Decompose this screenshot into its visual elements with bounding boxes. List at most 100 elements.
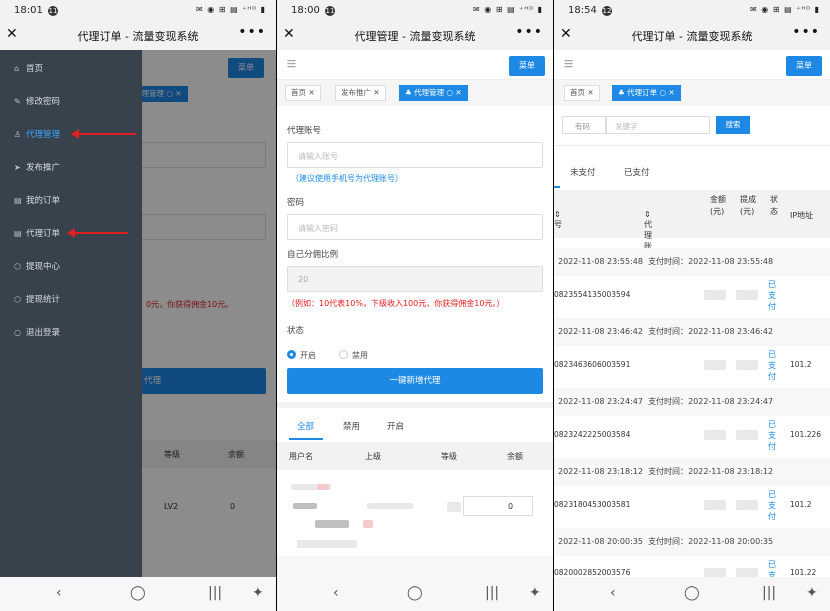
- tab-agent-orders[interactable]: ♣ 代理订单 ○ ✕: [612, 85, 681, 101]
- phone-screen-agent-manage: 18:00 11 ✉ ◉ ⊞ ▤ ⁺ᴴᴰ ▮ ✕ 代理管理 - 流量变现系统 ••…: [277, 0, 553, 611]
- table-row[interactable]: 0823242225003584 已支付 101.226: [554, 416, 830, 458]
- table-row[interactable]: 0823554135003594 已支付: [554, 276, 830, 318]
- status-label: 状态: [287, 326, 305, 336]
- menu-button[interactable]: 菜单: [786, 56, 822, 76]
- sidebar-item-label: 代理管理: [26, 130, 61, 140]
- blurred-text: [736, 360, 758, 370]
- col-username: 用户名: [289, 452, 313, 461]
- tab-agent-manage[interactable]: ♣ 代理管理 ○ ✕: [399, 85, 468, 101]
- sidebar-item-withdraw-center[interactable]: ⬡ 提现中心: [14, 260, 60, 272]
- status-on-radio[interactable]: 开启: [287, 350, 316, 361]
- window-titlebar: ✕ 代理订单 - 流量变现系统 •••: [554, 22, 830, 50]
- col-ip: IP地址: [790, 211, 814, 220]
- order-group-header: 2022-11-08 20:00:35 支付时间：2022-11-08 20:0…: [554, 528, 830, 556]
- back-icon[interactable]: ‹: [333, 585, 339, 601]
- page-content: 菜单 代理管理 ○ ✕ 0元，你获得佣金10元。 代理 等级 余额 LV2 0 …: [0, 50, 276, 577]
- status-icons: ✉ ◉ ⊞ ▤ ⁺ᴴᴰ ▮: [750, 5, 820, 14]
- sidebar-item-agent-orders[interactable]: ▤ 代理订单: [14, 227, 60, 239]
- col-status: 状态: [770, 195, 778, 216]
- drawer-overlay[interactable]: [142, 50, 276, 577]
- tab-home[interactable]: 首页 ✕: [285, 85, 321, 101]
- annotation-arrow-agent-orders: [67, 228, 128, 238]
- sidebar-item-label: 发布推广: [26, 163, 61, 173]
- recents-icon[interactable]: |||: [762, 585, 776, 601]
- status-paid: 已支付: [768, 490, 776, 521]
- hamburger-icon[interactable]: — — —: [287, 57, 298, 72]
- sidebar-item-logout[interactable]: ○ 退出登录: [14, 326, 60, 338]
- cube-icon: ⬡: [14, 262, 21, 271]
- sidebar-item-withdraw-stats[interactable]: ⬡ 提现统计: [14, 293, 60, 305]
- blurred-text: [736, 430, 758, 440]
- status-time: 18:01: [14, 5, 43, 16]
- paid-time: 2022-11-08 23:24:47: [688, 397, 774, 406]
- filter-tab-disabled[interactable]: 禁用: [343, 420, 360, 432]
- created-time: 2022-11-08 23:24:47: [558, 397, 643, 406]
- order-number: 0823463606003591: [554, 360, 631, 369]
- sidebar-item-label: 我的订单: [26, 196, 61, 206]
- account-input[interactable]: 请输入账号: [287, 142, 543, 168]
- accessibility-icon[interactable]: ✦: [529, 585, 541, 601]
- tab-bar: 首页 ✕ ♣ 代理订单 ○ ✕: [554, 80, 830, 106]
- search-button[interactable]: 搜索: [716, 116, 750, 134]
- password-input[interactable]: 请输入密码: [287, 214, 543, 240]
- accessibility-icon[interactable]: ✦: [252, 585, 264, 601]
- account-label: 代理账号: [287, 126, 322, 136]
- more-icon[interactable]: •••: [515, 24, 543, 40]
- col-order-no: 号 ⇕: [554, 210, 562, 229]
- home-nav-icon[interactable]: ◯: [684, 585, 700, 601]
- back-icon[interactable]: ‹: [610, 585, 616, 601]
- phone-screen-agent-orders-drawer: 18:01 11 ✉ ◉ ⊞ ▤ ⁺ᴴᴰ ▮ ✕ 代理订单 - 流量变现系统 ••…: [0, 0, 276, 611]
- android-navbar: ‹ ◯ ||| ✦: [277, 577, 553, 611]
- paid-time-label: 支付时间：: [648, 397, 689, 406]
- more-icon[interactable]: •••: [792, 24, 820, 40]
- recents-icon[interactable]: |||: [485, 585, 499, 601]
- more-icon[interactable]: •••: [238, 24, 266, 40]
- created-time: 2022-11-08 23:55:48: [558, 257, 643, 266]
- search-input[interactable]: 关键字: [606, 116, 710, 134]
- filter-tab-enabled[interactable]: 开启: [387, 420, 404, 432]
- radio-checked-icon: [287, 350, 296, 359]
- tab-unpaid[interactable]: 未支付: [570, 166, 596, 178]
- android-navbar: ‹ ◯ ||| ✦: [0, 577, 276, 611]
- table-row[interactable]: 0823180453003581 已支付 101.2: [554, 486, 830, 528]
- sidebar-item-publish[interactable]: ➤ 发布推广: [14, 161, 60, 173]
- home-nav-icon[interactable]: ◯: [407, 585, 423, 601]
- table-row[interactable]: 0823463606003591 已支付 101.2: [554, 346, 830, 388]
- order-group-header: 2022-11-08 23:46:42 支付时间：2022-11-08 23:4…: [554, 318, 830, 346]
- hamburger-icon[interactable]: — — —: [564, 57, 575, 72]
- sidebar-item-my-orders[interactable]: ▤ 我的订单: [14, 194, 60, 206]
- table-row[interactable]: 0820002852003576 已支 101.22: [554, 556, 830, 577]
- radio-unchecked-icon: [339, 350, 348, 359]
- status-bar: 18:00 11 ✉ ◉ ⊞ ▤ ⁺ᴴᴰ ▮: [277, 0, 553, 22]
- section-divider: [277, 402, 553, 408]
- add-agent-button[interactable]: 一键新增代理: [287, 368, 543, 394]
- tab-label: 代理订单: [627, 88, 658, 97]
- search-type-select[interactable]: 有码: [562, 116, 606, 134]
- status-time: 18:54: [568, 5, 597, 16]
- blurred-text: [317, 484, 329, 490]
- paid-time-label: 支付时间：: [648, 257, 689, 266]
- active-tab-indicator: [289, 438, 323, 440]
- filter-tab-all[interactable]: 全部: [297, 420, 314, 432]
- ratio-label: 自己分佣比例: [287, 250, 339, 260]
- tab-publish[interactable]: 发布推广 ✕: [335, 85, 386, 101]
- back-icon[interactable]: ‹: [56, 585, 62, 601]
- accessibility-icon[interactable]: ✦: [806, 585, 818, 601]
- ip-address: 101.226: [790, 430, 822, 439]
- sidebar-item-agent-manage[interactable]: ♙ 代理管理: [14, 128, 60, 140]
- sidebar-item-change-password[interactable]: ✎ 修改密码: [14, 95, 60, 107]
- cube-icon: ⬡: [14, 295, 21, 304]
- col-label: 号: [554, 220, 562, 229]
- home-nav-icon[interactable]: ◯: [130, 585, 146, 601]
- status-off-radio[interactable]: 禁用: [339, 350, 368, 361]
- menu-button[interactable]: 菜单: [509, 56, 545, 76]
- ip-address: 101.22: [790, 568, 817, 577]
- tab-paid[interactable]: 已支付: [624, 166, 650, 178]
- tab-label: 发布推广: [341, 88, 371, 97]
- tab-home[interactable]: 首页 ✕: [564, 85, 600, 101]
- account-hint: （建议使用手机号为代理账号）: [291, 174, 403, 183]
- order-number: 0820002852003576: [554, 568, 631, 577]
- recents-icon[interactable]: |||: [208, 585, 222, 601]
- blurred-text: [704, 500, 726, 510]
- sidebar-item-home[interactable]: ⌂ 首页: [14, 62, 43, 74]
